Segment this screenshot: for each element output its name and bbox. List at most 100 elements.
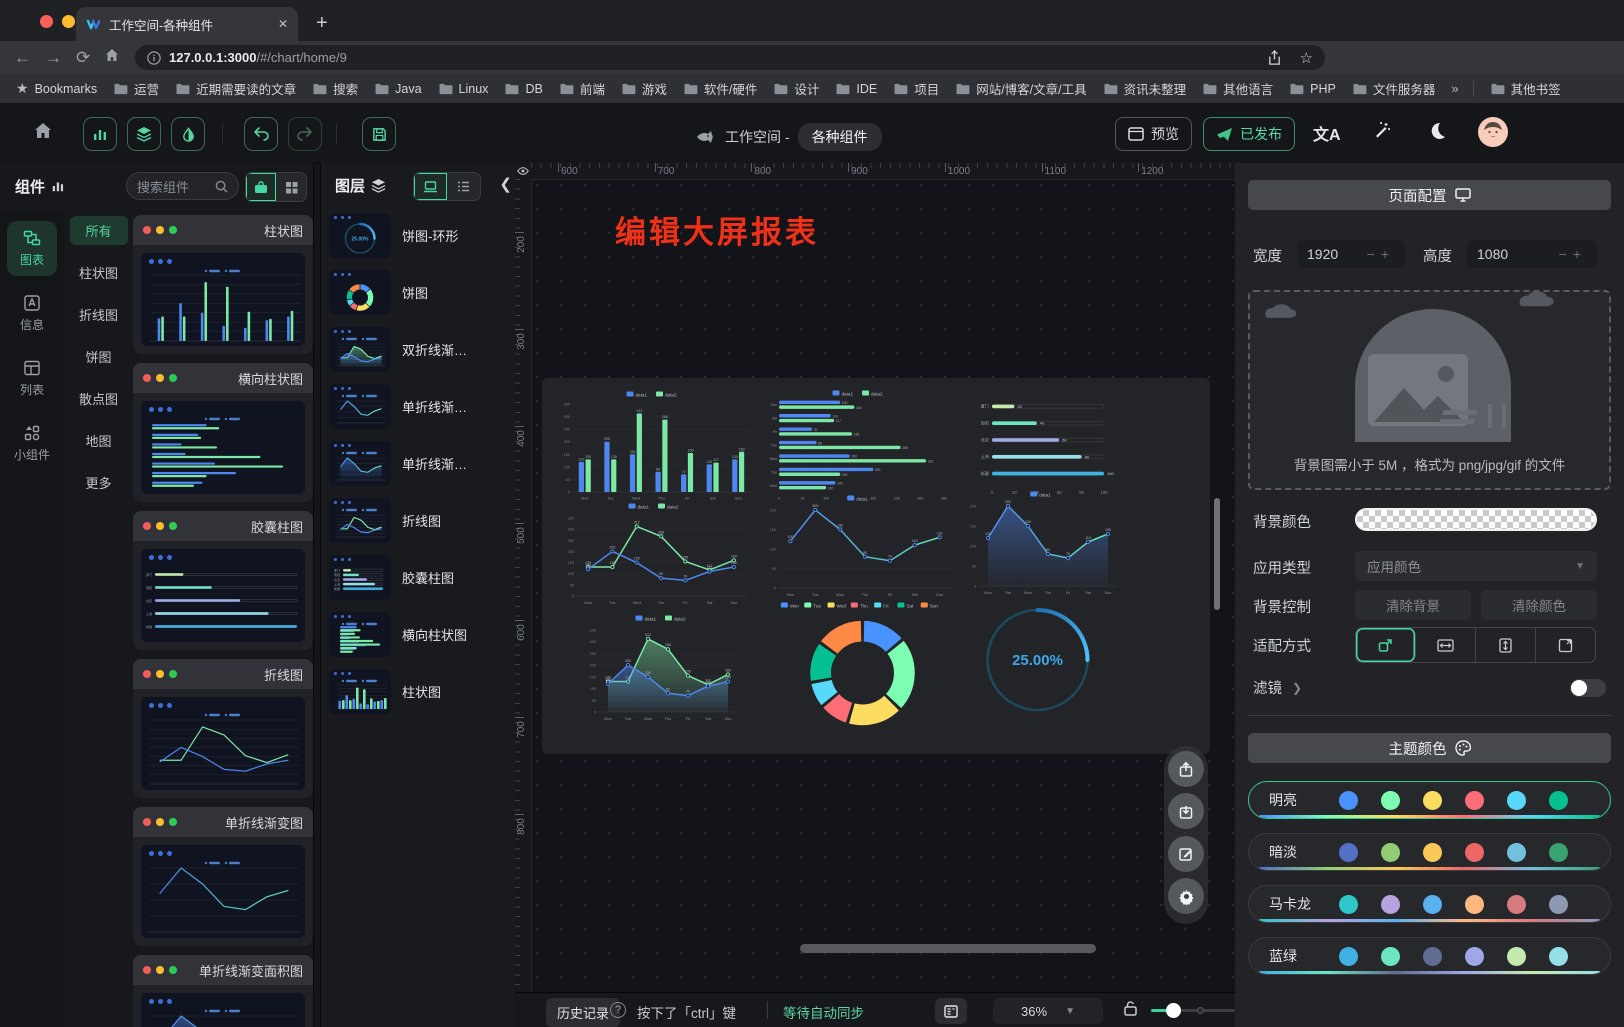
- bookmark-folder[interactable]: 搜索: [313, 79, 358, 98]
- bookmark-folder[interactable]: 网站/博客/文章/工具: [956, 79, 1086, 98]
- width-minus[interactable]: −: [1367, 246, 1381, 262]
- bookmark-folder[interactable]: 运营: [114, 79, 159, 98]
- theme-color-header[interactable]: 主题颜色: [1248, 733, 1611, 763]
- bookmark-folder[interactable]: 文件服务器: [1353, 79, 1436, 98]
- preview-button[interactable]: 预览: [1115, 117, 1192, 151]
- nav-item-小组件[interactable]: 小组件: [7, 416, 57, 471]
- redo-button[interactable]: [288, 117, 322, 151]
- category-更多[interactable]: 更多: [70, 468, 128, 497]
- nav-item-列表[interactable]: 列表: [7, 351, 57, 406]
- browser-tab[interactable]: 工作空间-各种组件 ✕: [76, 7, 298, 41]
- export-button[interactable]: [1168, 751, 1204, 787]
- category-饼图[interactable]: 饼图: [70, 342, 128, 371]
- component-card[interactable]: 单折线渐变图: [133, 807, 313, 946]
- clear-background-button[interactable]: 清除背景: [1355, 590, 1471, 620]
- component-card[interactable]: 胶囊柱图厦门南阳北京上海新疆: [133, 511, 313, 650]
- editor-canvas[interactable]: 6007008009001000110012001300 20030040050…: [515, 163, 1235, 992]
- category-折线图[interactable]: 折线图: [70, 300, 128, 329]
- history-button[interactable]: 历史记录: [546, 998, 620, 1027]
- layers-panel-toggle-button[interactable]: [127, 117, 161, 151]
- bookmark-folder[interactable]: IDE: [836, 82, 877, 96]
- forward-icon[interactable]: →: [45, 48, 62, 68]
- bookmarks-star-icon[interactable]: ★: [16, 80, 29, 97]
- layer-item[interactable]: 双折线渐…: [321, 321, 516, 378]
- bg-color-swatch[interactable]: [1355, 508, 1597, 531]
- app-home-icon[interactable]: [33, 121, 53, 146]
- gradient-line-chart[interactable]: 0501001502001202001508070110130MonTueWed…: [764, 494, 960, 598]
- bookmark-star-icon[interactable]: ☆: [1300, 49, 1313, 67]
- canvas-vertical-scrollbar[interactable]: [1214, 498, 1220, 610]
- bookmarks-label[interactable]: Bookmarks: [35, 82, 98, 96]
- bookmark-folder[interactable]: PHP: [1290, 82, 1336, 96]
- bookmark-folder[interactable]: Java: [375, 82, 421, 96]
- layer-item[interactable]: 柱状图: [321, 663, 516, 720]
- component-card[interactable]: 单折线渐变面积图: [133, 955, 313, 1027]
- width-plus[interactable]: +: [1381, 246, 1395, 262]
- charts-panel-toggle-button[interactable]: [83, 117, 117, 151]
- gradient-area-line-chart[interactable]: 0501001502001202001508070110130MonTueWed…: [964, 490, 1126, 596]
- save-button[interactable]: [362, 117, 396, 151]
- bookmark-folder[interactable]: 软件/硬件: [684, 79, 757, 98]
- bookmarks-overflow-icon[interactable]: »: [1451, 81, 1458, 96]
- tab-close-icon[interactable]: ✕: [278, 17, 288, 31]
- url-bar[interactable]: 127.0.0.1:3000/#/chart/home/9 ☆: [135, 45, 1325, 70]
- layer-item[interactable]: 饼图: [321, 264, 516, 321]
- zoom-select[interactable]: 36%▼: [993, 998, 1103, 1024]
- bookmark-folder[interactable]: 前端: [560, 79, 605, 98]
- theme-row-马卡龙[interactable]: 马卡龙: [1248, 885, 1611, 923]
- user-avatar[interactable]: [1478, 117, 1508, 152]
- other-bookmarks[interactable]: 其他书签: [1491, 79, 1561, 98]
- ruler-visibility-eye-icon[interactable]: [515, 163, 531, 179]
- line-chart[interactable]: 0501001502002503003501301303122681551171…: [562, 502, 754, 606]
- category-散点图[interactable]: 散点图: [70, 384, 128, 413]
- bar-chart[interactable]: 0501001502002503003501202001508070110130…: [556, 390, 756, 502]
- fit-width-option[interactable]: [1416, 628, 1476, 662]
- details-panel-toggle-button[interactable]: [171, 117, 205, 151]
- grid-view-toggle[interactable]: [276, 173, 306, 201]
- single-view-toggle[interactable]: [246, 173, 276, 201]
- import-button[interactable]: [1168, 793, 1204, 829]
- page-config-header[interactable]: 页面配置: [1248, 180, 1611, 210]
- edit-button[interactable]: [1168, 836, 1204, 872]
- undo-button[interactable]: [244, 117, 278, 151]
- settings-gear-button[interactable]: [1168, 878, 1204, 914]
- donut-pie-chart[interactable]: MonTueWedThuFriSatSun: [770, 600, 955, 728]
- double-gradient-area-chart[interactable]: 0501001502002503003501301303122681551171…: [584, 614, 746, 722]
- bookmark-folder[interactable]: DB: [505, 82, 542, 96]
- translate-icon[interactable]: 文A: [1313, 121, 1341, 145]
- nav-item-信息[interactable]: 信息: [7, 286, 57, 341]
- window-close-button[interactable]: [40, 15, 53, 28]
- layer-item[interactable]: 折线图: [321, 492, 516, 549]
- progress-ring-chart[interactable]: 25.00%: [980, 604, 1095, 716]
- bookmark-folder[interactable]: Linux: [439, 82, 489, 96]
- site-info-icon[interactable]: [147, 51, 161, 65]
- layer-item[interactable]: 单折线渐…: [321, 378, 516, 435]
- app-type-select[interactable]: 应用颜色 ▼: [1355, 551, 1597, 581]
- layer-item[interactable]: 横向柱状图: [321, 606, 516, 663]
- theme-row-明亮[interactable]: 明亮: [1248, 781, 1611, 819]
- layer-item[interactable]: 厦门南阳北京上海新疆胶囊柱图: [321, 549, 516, 606]
- theme-row-暗淡[interactable]: 暗淡: [1248, 833, 1611, 871]
- dark-mode-moon-icon[interactable]: [1428, 121, 1447, 145]
- canvas-horizontal-scrollbar[interactable]: [800, 944, 1096, 953]
- horizontal-bar-chart[interactable]: 0501001502002503003501202001508070110130…: [764, 390, 960, 502]
- new-tab-button[interactable]: +: [316, 10, 328, 36]
- width-input[interactable]: 1920 −+: [1297, 240, 1405, 268]
- category-地图[interactable]: 地图: [70, 426, 128, 455]
- height-minus[interactable]: −: [1559, 246, 1573, 262]
- clear-color-button[interactable]: 清除颜色: [1481, 590, 1597, 620]
- zoom-lock-icon[interactable]: [1123, 1000, 1138, 1022]
- zoom-slider-knob[interactable]: [1166, 1003, 1181, 1018]
- layer-item[interactable]: 25.00%饼图-环形: [321, 207, 516, 264]
- layer-thumbnail-view-toggle[interactable]: [414, 173, 447, 200]
- component-card[interactable]: 柱状图: [133, 215, 313, 354]
- reload-icon[interactable]: ⟳: [76, 48, 90, 68]
- layer-list-view-toggle[interactable]: [447, 173, 480, 200]
- background-upload-dropzone[interactable]: 背景图需小于 5M ，格式为 png/jpg/gif 的文件: [1248, 290, 1611, 490]
- layout-panel-button[interactable]: [935, 998, 967, 1024]
- category-柱状图[interactable]: 柱状图: [70, 258, 128, 287]
- height-plus[interactable]: +: [1573, 246, 1587, 262]
- fit-stretch-option[interactable]: [1536, 628, 1595, 662]
- publish-button[interactable]: 已发布: [1203, 117, 1295, 151]
- collapse-layers-icon[interactable]: ❮: [499, 175, 512, 193]
